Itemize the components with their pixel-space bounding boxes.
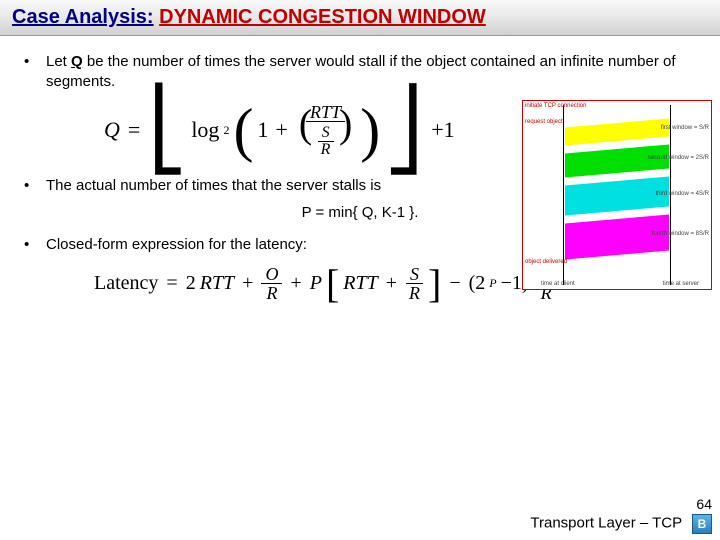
paren-r2-icon: ) — [339, 101, 352, 146]
slide-title-bar: Case Analysis: DYNAMIC CONGESTION WINDOW — [0, 0, 720, 36]
timing-diagram: initiate TCP connection request object f… — [522, 100, 712, 290]
footer-text: Transport Layer – TCP — [530, 515, 682, 532]
lat-2: 2 — [186, 272, 196, 295]
q-inner-frac: ( S R ) — [295, 122, 356, 158]
q-log: log — [191, 117, 219, 143]
q-s: S — [318, 125, 334, 142]
window-2-band — [565, 144, 669, 177]
bullet-1-text: Let Q be the number of times the server … — [46, 52, 696, 93]
lat-s1: S — [406, 265, 423, 284]
lbl-w3: third window = 4S/R — [655, 191, 709, 197]
q-lhs: Q — [104, 117, 120, 143]
q-outer-frac: RTT ( S R ) — [295, 103, 356, 158]
bullet-dot: • — [24, 176, 34, 196]
slide-footer: 64 Transport Layer – TCP B — [530, 496, 712, 534]
client-timeline — [563, 105, 564, 285]
lbl-w2: second window = 2S/R — [648, 155, 709, 161]
lat-pexp: P — [489, 276, 496, 291]
lat-o: O — [261, 265, 282, 284]
lat-pvar: P — [310, 272, 322, 295]
q-r: R — [317, 142, 335, 158]
bullet-1: • Let Q be the number of times the serve… — [24, 52, 696, 93]
lbl-client: time at client — [541, 281, 575, 287]
b1-post: be the number of times the server would … — [46, 53, 676, 90]
lat-r2: R — [405, 284, 424, 302]
title-prefix: Case Analysis: — [12, 6, 154, 28]
bullet-dot: • — [24, 235, 34, 255]
paren-l2-icon: ( — [299, 101, 312, 146]
q-logbase: 2 — [223, 123, 229, 138]
lbl-done: object delivered — [525, 259, 567, 265]
lat-p1: + — [242, 272, 253, 295]
lbl-w1: first window = S/R — [661, 125, 709, 131]
title-emphasis: DYNAMIC CONGESTION WINDOW — [159, 6, 486, 28]
window-1-band — [565, 118, 669, 145]
lbl-server: time at server — [663, 281, 699, 287]
lbl-req: request object — [525, 119, 563, 125]
q-plus1: +1 — [431, 117, 454, 143]
lat-m1: − — [449, 272, 460, 295]
lat-sr-frac: S R — [405, 265, 424, 302]
lbl-init: initiate TCP connection — [525, 103, 586, 109]
lat-eq: = — [166, 272, 177, 295]
bullet-dot: • — [24, 52, 34, 93]
window-3-band — [565, 176, 669, 215]
lat-rtt1: RTT — [200, 272, 234, 295]
window-4-band — [565, 214, 669, 259]
lat-or-frac: O R — [261, 265, 282, 302]
lat-label: Latency — [94, 272, 158, 295]
page-number: 64 — [530, 496, 712, 512]
lat-p2: + — [290, 272, 301, 295]
lat-r1: R — [262, 284, 281, 302]
variable-q: Q — [71, 53, 83, 70]
q-sr-frac: S R — [317, 125, 335, 158]
lat-p3: + — [386, 272, 397, 295]
nav-icon[interactable]: B — [692, 514, 712, 534]
q-plus: + — [275, 117, 287, 143]
q-one: 1 — [257, 117, 268, 143]
lbl-w4: fourth window = 8S/R — [652, 231, 709, 237]
q-eq: = — [128, 117, 140, 143]
lat-rtt2: RTT — [343, 272, 377, 295]
b1-pre: Let — [46, 53, 71, 70]
lat-lp: (2 — [469, 272, 486, 295]
